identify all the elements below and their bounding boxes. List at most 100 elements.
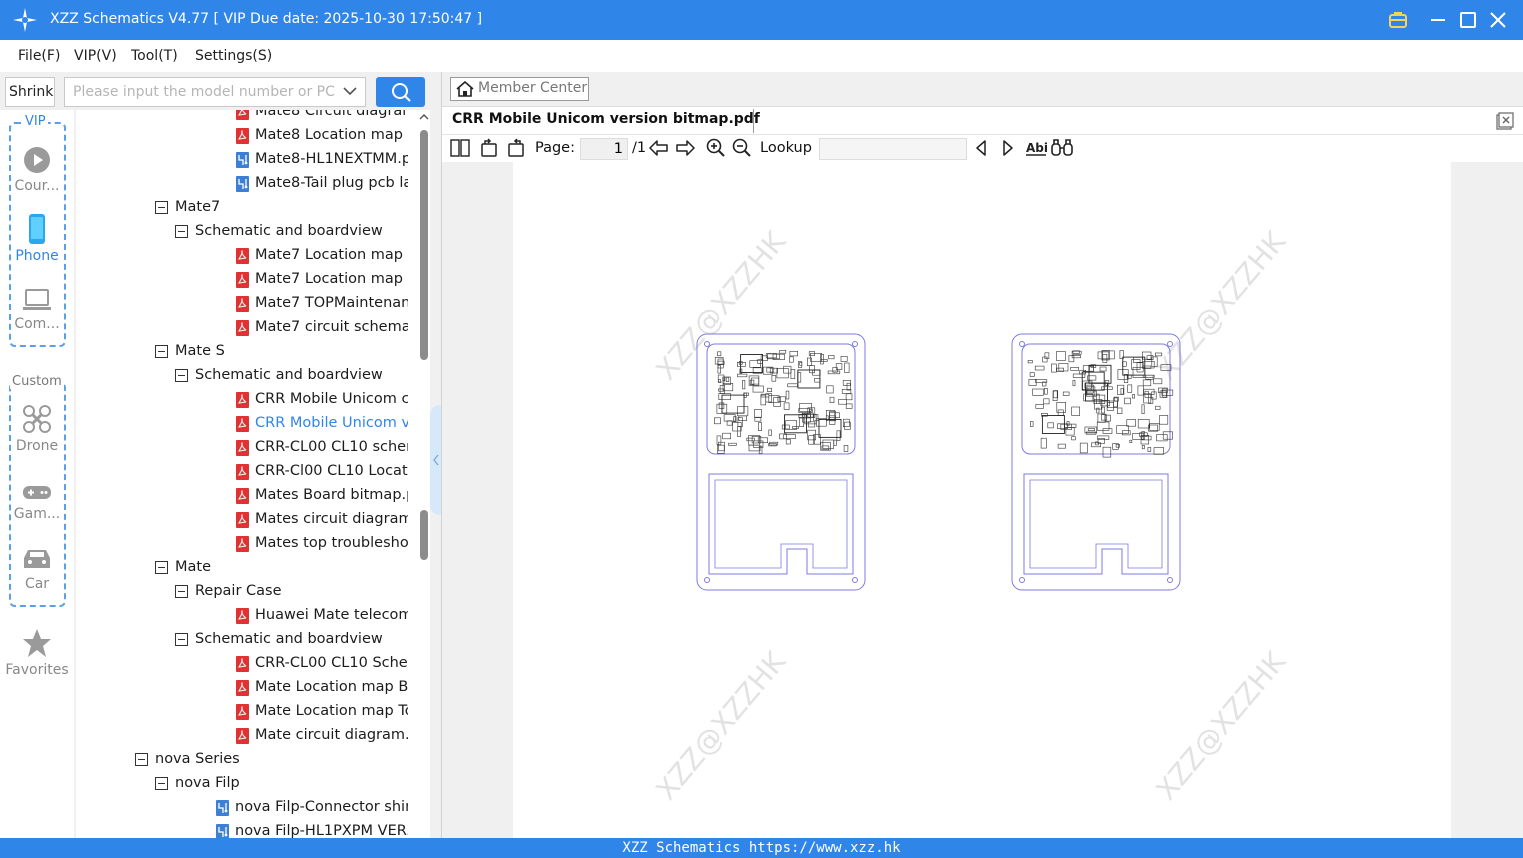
- close-tab-icon[interactable]: [1496, 112, 1514, 130]
- rail-item-favorites[interactable]: Favorites: [0, 628, 74, 678]
- rail-item-phone[interactable]: Phone: [0, 214, 74, 264]
- page-number-input[interactable]: 1: [580, 138, 628, 160]
- rotate-right-icon[interactable]: [506, 138, 526, 158]
- tree-file[interactable]: Mate Location map Bottom.pdf: [76, 676, 408, 700]
- menu-tool[interactable]: Tool(T): [131, 48, 178, 64]
- minimize-icon[interactable]: [1426, 8, 1450, 32]
- rail-item-label: Drone: [15, 438, 59, 454]
- tree-folder[interactable]: Repair Case: [76, 580, 408, 604]
- collapse-toggle-icon[interactable]: [175, 585, 188, 598]
- board-bitmap: XZZ@XZZHK XZZ@XZZHK XZZ@XZZHK XZZ@XZZHK: [649, 225, 1292, 807]
- tree-file[interactable]: Mate8 Circuit diagram.pdf: [76, 110, 408, 124]
- tree-file[interactable]: Mate8-Tail plug pcb layer.pcb: [76, 172, 408, 196]
- zoom-out-icon[interactable]: [732, 138, 752, 158]
- search-input[interactable]: [65, 78, 335, 106]
- tree-item-label: Schematic and boardview: [195, 367, 383, 383]
- rail-item-course[interactable]: Cour...: [0, 146, 74, 194]
- document-viewer[interactable]: XZZ@XZZHK XZZ@XZZHK XZZ@XZZHK XZZ@XZZHK: [442, 162, 1523, 838]
- previous-page-icon[interactable]: [649, 138, 669, 158]
- tree-folder[interactable]: Schematic and boardview: [76, 364, 408, 388]
- tree-file[interactable]: CRR Mobile Unicom circuit diag: [76, 388, 408, 412]
- collapse-toggle-icon[interactable]: [155, 777, 168, 790]
- collapse-toggle-icon[interactable]: [175, 369, 188, 382]
- rotate-left-icon[interactable]: [479, 138, 499, 158]
- car-icon: [24, 550, 50, 568]
- tree-file[interactable]: nova Filp-HL1PXPM VER.C PCB lay: [76, 820, 408, 838]
- collapse-toggle-icon[interactable]: [135, 753, 148, 766]
- tree-file[interactable]: CRR Mobile Unicom version bitm: [76, 412, 408, 436]
- tree-file[interactable]: Mate8 Location map en.pdf: [76, 124, 408, 148]
- tree-folder[interactable]: nova Filp: [76, 772, 408, 796]
- tree-item-label: nova Filp-Connector shim PCB laye: [235, 799, 408, 815]
- tree-file[interactable]: Mate circuit diagram.pdf: [76, 724, 408, 748]
- tree-item-label: Mate7: [175, 199, 221, 215]
- pcb-file-icon: [236, 152, 249, 168]
- two-page-icon[interactable]: [450, 138, 470, 158]
- tree-folder[interactable]: Mate S: [76, 340, 408, 364]
- tree-file[interactable]: CRR-CL00 CL10 schematic.pdf: [76, 436, 408, 460]
- window-title: XZZ Schematics V4.77 [ VIP Due date: 202…: [50, 11, 483, 27]
- collapse-toggle-icon[interactable]: [155, 201, 168, 214]
- svg-text:Abi: Abi: [1026, 141, 1047, 155]
- close-icon[interactable]: [1486, 8, 1510, 32]
- pdf-page: XZZ@XZZHK XZZ@XZZHK XZZ@XZZHK XZZ@XZZHK: [513, 162, 1451, 838]
- menu-settings[interactable]: Settings(S): [195, 48, 272, 64]
- scroll-up-icon[interactable]: [418, 112, 430, 122]
- tree-folder[interactable]: Mate7: [76, 196, 408, 220]
- tree-file[interactable]: Mate8-HL1NEXTMM.pcb: [76, 148, 408, 172]
- pdf-file-icon: [236, 608, 249, 624]
- tree-file[interactable]: Mates Board bitmap.pdf: [76, 484, 408, 508]
- tree-file[interactable]: Mates top troubleshooting guic: [76, 532, 408, 556]
- lookup-input[interactable]: [819, 138, 967, 160]
- rail-item-car[interactable]: Car: [0, 546, 74, 592]
- tree-item-label: Mate7 Location map en B.pdf: [255, 271, 408, 287]
- tree-scrollbar[interactable]: [418, 110, 430, 838]
- chevron-down-icon[interactable]: [343, 86, 357, 96]
- rail-item-drone[interactable]: Drone: [0, 404, 74, 454]
- tree-file[interactable]: Mate7 TOPMaintenance Guide: [76, 292, 408, 316]
- collapse-toggle-icon[interactable]: [175, 633, 188, 646]
- vip-bag-icon[interactable]: [1386, 8, 1410, 32]
- tree-file[interactable]: CRR-CL00 CL10 Schematic diagr: [76, 652, 408, 676]
- tree-file[interactable]: Mate7 circuit schematic.pdf: [76, 316, 408, 340]
- tree-item-label: Mate8 Location map en.pdf: [255, 127, 408, 143]
- search-button[interactable]: [376, 77, 425, 107]
- rail-item-label: Com...: [14, 316, 60, 332]
- tree-folder[interactable]: Mate: [76, 556, 408, 580]
- tree-file[interactable]: CRR-Cl00 CL10 Location map en: [76, 460, 408, 484]
- collapse-toggle-icon[interactable]: [155, 345, 168, 358]
- tree-file[interactable]: Mate7 Location map en B.pdf: [76, 268, 408, 292]
- tree-file[interactable]: Mates circuit diagram.pdf: [76, 508, 408, 532]
- menu-file[interactable]: File(F): [18, 48, 60, 64]
- tree-item-label: CRR-Cl00 CL10 Location map en: [255, 463, 408, 479]
- rail-item-computer[interactable]: Com...: [0, 288, 74, 332]
- scroll-thumb[interactable]: [420, 130, 428, 360]
- find-next-icon[interactable]: [1000, 138, 1016, 158]
- tree-file[interactable]: nova Filp-Connector shim PCB laye: [76, 796, 408, 820]
- match-case-icon[interactable]: Abi: [1025, 138, 1047, 158]
- rail-item-game[interactable]: Gam...: [0, 482, 74, 522]
- zoom-in-icon[interactable]: [706, 138, 726, 158]
- next-page-icon[interactable]: [675, 138, 695, 158]
- tab-document[interactable]: CRR Mobile Unicom version bitmap.pdf: [452, 111, 760, 127]
- member-center-button[interactable]: Member Center: [450, 77, 589, 101]
- tree-file[interactable]: Mate Location map Top.pdf: [76, 700, 408, 724]
- tree-folder[interactable]: Schematic and boardview: [76, 628, 408, 652]
- rail-item-label: Favorites: [5, 662, 69, 678]
- board-layer: [696, 333, 1181, 591]
- collapse-toggle-icon[interactable]: [155, 561, 168, 574]
- menu-vip[interactable]: VIP(V): [74, 48, 117, 64]
- tree-file[interactable]: Mate7 Location map en A.pdf: [76, 244, 408, 268]
- shrink-button[interactable]: Shrink: [5, 77, 55, 107]
- find-all-icon[interactable]: [1051, 138, 1073, 158]
- find-previous-icon[interactable]: [973, 138, 989, 158]
- tree-folder[interactable]: Schematic and boardview: [76, 220, 408, 244]
- maximize-icon[interactable]: [1456, 8, 1480, 32]
- vip-group-label: VIP: [23, 114, 48, 129]
- tree-folder[interactable]: nova Series: [76, 748, 408, 772]
- scroll-thumb-secondary[interactable]: [420, 510, 428, 560]
- lookup-label: Lookup: [760, 140, 812, 156]
- collapse-toggle-icon[interactable]: [175, 225, 188, 238]
- search-box: [64, 77, 366, 107]
- tree-file[interactable]: Huawei Mate telecom Standard: [76, 604, 408, 628]
